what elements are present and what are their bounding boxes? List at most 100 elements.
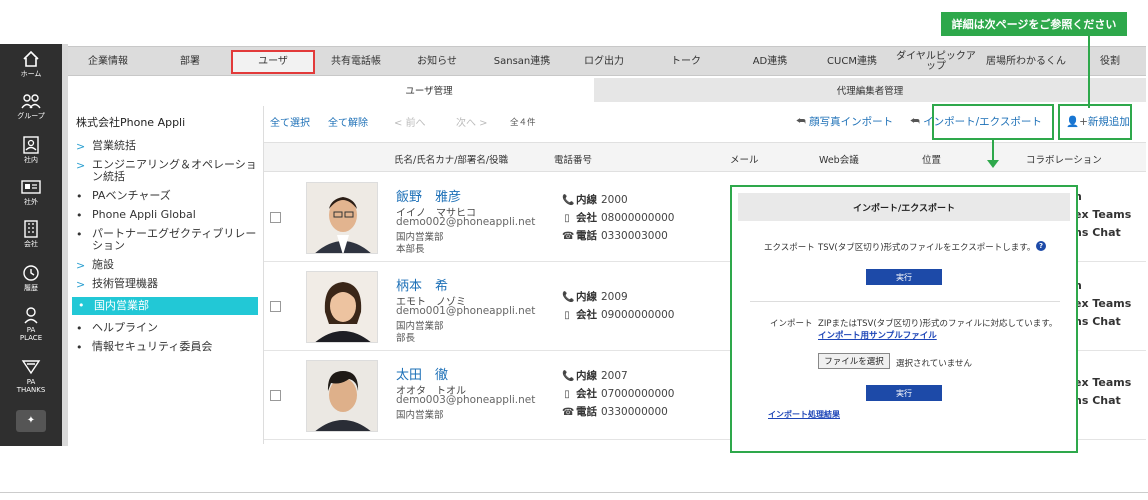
tree-item[interactable]: > エンジニアリング＆オペレーション統括 bbox=[70, 159, 262, 183]
rail-home[interactable]: ホーム bbox=[0, 50, 62, 78]
user-mail: demo002@phoneappli.net bbox=[396, 216, 536, 228]
phone-ext-value: 2007 bbox=[601, 370, 628, 382]
collab-item[interactable]: ex Teams bbox=[1074, 376, 1131, 389]
select-all-link[interactable]: 全て選択 bbox=[270, 114, 310, 129]
collab-item[interactable]: ns Chat bbox=[1074, 394, 1121, 407]
tab-log-output[interactable]: ログ出力 bbox=[572, 47, 636, 77]
row-checkbox[interactable] bbox=[270, 390, 281, 401]
tab-department[interactable]: 部署 bbox=[160, 47, 220, 77]
chevron-right-icon: > bbox=[476, 118, 488, 129]
rail-history[interactable]: 履歴 bbox=[0, 264, 62, 292]
rail-group[interactable]: グループ bbox=[0, 92, 62, 120]
pin-icon: ✦ bbox=[26, 415, 36, 426]
rail-pa-place-label-1: PA bbox=[26, 326, 36, 334]
tree-item[interactable]: > 営業統括 bbox=[70, 140, 262, 153]
bullet-icon: • bbox=[76, 322, 83, 335]
tab-ad[interactable]: AD連携 bbox=[738, 47, 802, 77]
export-label: エクスポート bbox=[764, 243, 815, 253]
phone-ext[interactable]: 📞 内線 2009 bbox=[562, 289, 628, 304]
tree-company-name[interactable]: 株式会社Phone Appli bbox=[76, 114, 262, 130]
tree-item[interactable]: • 情報セキュリティ委員会 bbox=[70, 341, 262, 354]
rail-external[interactable]: 社外 bbox=[0, 178, 62, 206]
bullet-icon: • bbox=[76, 228, 83, 241]
collab-item[interactable]: ex Teams bbox=[1074, 297, 1131, 310]
tree-item[interactable]: • Phone Appli Global bbox=[70, 209, 262, 222]
choose-file-button[interactable]: ファイルを選択 bbox=[818, 353, 890, 369]
tab-cucm[interactable]: CUCM連携 bbox=[816, 47, 888, 77]
tab-sansan[interactable]: Sansan連携 bbox=[482, 47, 562, 77]
rail-history-label: 履歴 bbox=[24, 284, 38, 292]
phone-company[interactable]: ▯ 会社 09000000000 bbox=[562, 307, 674, 322]
row-checkbox[interactable] bbox=[270, 301, 281, 312]
next-page-link[interactable]: 次へ > bbox=[456, 114, 488, 129]
export-run-button[interactable]: 実行 bbox=[866, 269, 942, 285]
collab-item[interactable]: ns Chat bbox=[1074, 226, 1121, 239]
phone-tel-value: 0330003000 bbox=[601, 230, 668, 242]
phone-ext-value: 2000 bbox=[601, 194, 628, 206]
tab-dial-pickup[interactable]: ダイヤルピックア ップ bbox=[894, 47, 978, 77]
tab-shared-phonebook[interactable]: 共有電話帳 bbox=[320, 47, 392, 77]
user-name[interactable]: 柄本 希 bbox=[396, 275, 448, 294]
collab-item[interactable]: ns Chat bbox=[1074, 315, 1121, 328]
phone-company[interactable]: ▯ 会社 07000000000 bbox=[562, 386, 674, 401]
phone-company-value: 08000000000 bbox=[601, 212, 675, 224]
subtab-user-management[interactable]: ユーザ管理 bbox=[264, 78, 594, 102]
user-name[interactable]: 太田 徹 bbox=[396, 364, 448, 383]
subtab-proxy-editor[interactable]: 代理編集者管理 bbox=[594, 78, 1146, 102]
tree-item-selected[interactable]: • 国内営業部 bbox=[72, 297, 258, 315]
import-run-button[interactable]: 実行 bbox=[866, 385, 942, 401]
deselect-all-link[interactable]: 全て解除 bbox=[328, 114, 368, 129]
tree-item[interactable]: • ヘルプライン bbox=[70, 321, 262, 335]
phone-icon: 📞 bbox=[562, 195, 575, 206]
collab-item[interactable]: ex Teams bbox=[1074, 208, 1131, 221]
rail-company[interactable]: 会社 bbox=[0, 220, 62, 248]
user-title: 本部長 bbox=[396, 244, 425, 255]
callout-connector bbox=[1088, 36, 1090, 108]
phone-ext[interactable]: 📞 内線 2007 bbox=[562, 368, 628, 383]
highlight-import-export bbox=[932, 104, 1054, 140]
phone-icon: 📞 bbox=[562, 371, 575, 382]
no-file-selected: 選択されていません bbox=[896, 359, 972, 369]
tab-location-finder[interactable]: 居場所わかるくん bbox=[978, 47, 1074, 77]
sample-file-link[interactable]: インポート用サンプルファイル bbox=[818, 329, 937, 341]
rail-internal[interactable]: 社内 bbox=[0, 136, 62, 164]
phone-ext[interactable]: 📞 内線 2000 bbox=[562, 192, 628, 207]
import-description: ZIPまたはTSV(タブ区切り)形式のファイルに対応しています。 bbox=[818, 319, 1058, 329]
phone-tel[interactable]: ☎ 電話 0330003000 bbox=[562, 228, 668, 243]
row-checkbox[interactable] bbox=[270, 212, 281, 223]
rail-external-label: 社外 bbox=[24, 198, 38, 206]
chevron-right-icon: > bbox=[76, 140, 86, 153]
prev-page-link[interactable]: < 前へ bbox=[394, 114, 426, 129]
phone-tel[interactable]: ☎ 電話 0330000000 bbox=[562, 404, 668, 419]
phone-company[interactable]: ▯ 会社 08000000000 bbox=[562, 210, 675, 225]
group-icon bbox=[21, 94, 41, 109]
tree-item-label: ヘルプライン bbox=[92, 321, 158, 334]
tree-item[interactable]: > 技術管理機器 bbox=[70, 277, 262, 291]
tab-company-info[interactable]: 企業情報 bbox=[78, 47, 138, 77]
bullet-icon: • bbox=[76, 341, 83, 354]
help-icon[interactable]: ? bbox=[1036, 241, 1046, 251]
tree-item-label: 技術管理機器 bbox=[92, 277, 158, 290]
tab-user[interactable]: ユーザ bbox=[231, 50, 315, 74]
tree-item-label: 国内営業部 bbox=[94, 299, 149, 312]
highlight-new-add bbox=[1058, 104, 1132, 140]
user-mail: demo001@phoneappli.net bbox=[396, 305, 536, 317]
import-result-link[interactable]: インポート処理結果 bbox=[768, 409, 840, 420]
rail-pa-thanks[interactable]: PA THANKS bbox=[0, 358, 62, 394]
rail-pa-place[interactable]: PA PLACE bbox=[0, 306, 62, 342]
pin-button[interactable]: ✦ bbox=[16, 410, 46, 432]
import-export-dialog: インポート/エクスポート エクスポート TSV(タブ区切り)形式のファイルをエク… bbox=[730, 185, 1078, 453]
tree-item[interactable]: > 施設 bbox=[70, 259, 262, 272]
rail-pa-place-label-2: PLACE bbox=[19, 334, 43, 342]
bullet-icon: • bbox=[78, 299, 85, 312]
internal-directory-icon bbox=[23, 136, 39, 154]
tree-item[interactable]: • PAベンチャーズ bbox=[70, 190, 262, 203]
tree-item[interactable]: • パートナーエグゼクティブリレーション bbox=[70, 228, 262, 252]
tab-notice[interactable]: お知らせ bbox=[404, 47, 470, 77]
left-rail: ホーム グループ 社内 社外 会社 履歴 PA PLACE PA THANKS … bbox=[0, 44, 62, 446]
col-collab: コラボレーション bbox=[1026, 155, 1102, 166]
user-name[interactable]: 飯野 雅彦 bbox=[396, 186, 461, 205]
bottom-divider bbox=[0, 492, 1148, 493]
face-photo-import-link[interactable]: ⮪ 顔写真インポート bbox=[796, 114, 893, 129]
tab-talk[interactable]: トーク bbox=[654, 47, 718, 77]
